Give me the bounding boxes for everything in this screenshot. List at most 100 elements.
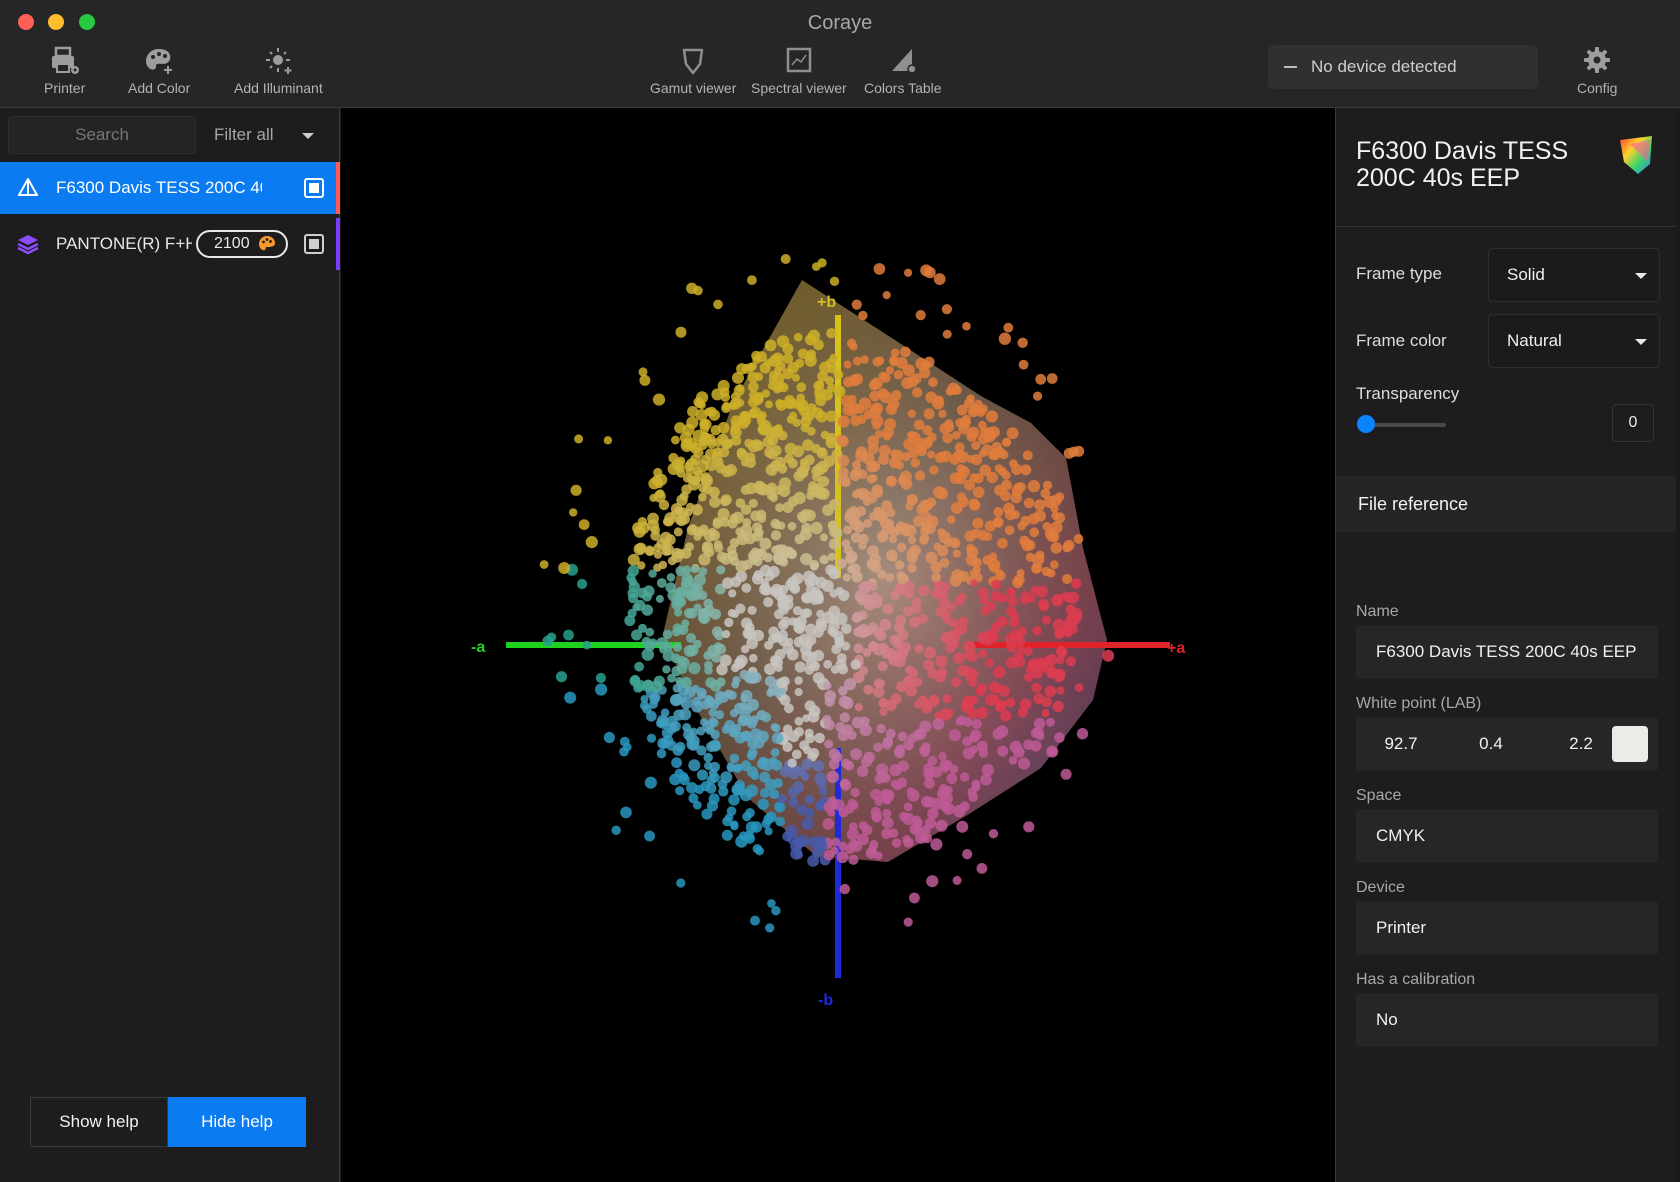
color-patch-point	[1064, 616, 1077, 628]
color-patch-point	[969, 695, 979, 705]
color-patch-point	[808, 651, 817, 660]
color-patch-point	[794, 765, 804, 775]
color-patch-point	[829, 276, 840, 286]
config-button[interactable]: Config	[1577, 46, 1617, 96]
filter-dropdown[interactable]: Filter all	[204, 116, 330, 154]
color-patch-point	[748, 550, 760, 562]
color-patch-point	[826, 770, 839, 784]
color-patch-point	[962, 849, 973, 860]
color-patch-point	[563, 629, 574, 641]
color-patch-point	[680, 676, 692, 689]
color-patch-point	[882, 291, 891, 300]
color-patch-point	[689, 727, 698, 737]
color-patch-point	[901, 452, 911, 462]
spectral-chart-icon	[786, 47, 812, 73]
color-patch-point	[885, 475, 897, 487]
printer-button[interactable]: Printer	[44, 46, 85, 96]
frame-color-select[interactable]: Natural	[1488, 314, 1660, 368]
add-illuminant-label: Add Illuminant	[234, 80, 323, 96]
color-patch-point	[686, 738, 699, 751]
color-patch-point	[909, 544, 921, 557]
color-patch-point	[817, 371, 828, 382]
color-patch-point	[976, 707, 989, 719]
color-patch-point	[891, 838, 902, 848]
color-patch-point	[1003, 502, 1015, 515]
chevron-down-icon	[1635, 339, 1647, 345]
color-patch-point	[940, 450, 952, 463]
transparency-input[interactable]: 0	[1612, 404, 1654, 442]
colors-table-button[interactable]: Colors Table	[864, 46, 942, 96]
color-patch-point	[680, 548, 692, 559]
frame-type-select[interactable]: Solid	[1488, 248, 1660, 302]
color-patch-point	[812, 760, 825, 772]
color-patch-point	[1041, 709, 1050, 718]
color-patch-point	[927, 450, 936, 459]
color-patch-point	[742, 559, 753, 570]
search-input[interactable]	[8, 116, 196, 154]
color-patch-point	[963, 717, 973, 727]
color-patch-point	[1032, 626, 1042, 636]
color-patch-point	[672, 628, 681, 637]
color-patch-point	[722, 439, 733, 450]
color-patch-point	[829, 525, 841, 538]
color-patch-point	[645, 627, 655, 637]
color-patch-point	[757, 514, 767, 523]
color-patch-point	[676, 468, 686, 478]
color-patch-point	[819, 787, 828, 796]
color-patch-point	[787, 786, 799, 798]
color-patch-point	[744, 673, 754, 683]
color-patch-point	[905, 684, 917, 697]
color-patch-point	[1020, 591, 1031, 602]
color-patch-point	[976, 740, 988, 752]
color-patch-point	[585, 536, 598, 549]
color-patch-point	[985, 693, 998, 706]
window-title: Coraye	[807, 12, 873, 34]
color-patch-point	[843, 360, 852, 369]
visibility-checkbox[interactable]	[304, 234, 324, 254]
color-patch-point	[805, 623, 817, 636]
color-patch-point	[804, 807, 815, 819]
color-patch-point	[799, 528, 812, 541]
color-patch-point	[780, 254, 791, 264]
add-color-button[interactable]: Add Color	[128, 46, 190, 96]
color-patch-point	[984, 520, 996, 532]
color-patch-point	[962, 747, 975, 760]
color-patch-point	[760, 582, 770, 592]
color-patch-point	[871, 811, 881, 822]
color-patch-point	[650, 691, 661, 703]
gamut-viewer[interactable]: +b -b -a +a	[341, 108, 1335, 1182]
color-patch-point	[819, 555, 829, 565]
show-help-button[interactable]: Show help	[30, 1097, 168, 1147]
visibility-checkbox[interactable]	[304, 178, 324, 198]
list-item[interactable]: F6300 Davis TESS 200C 40s EEP	[0, 162, 340, 214]
gamut-3d-canvas[interactable]: +b -b -a +a	[341, 108, 1335, 1182]
color-patch-point	[713, 299, 723, 310]
color-patch-point	[903, 917, 913, 927]
color-patch-point	[1027, 480, 1041, 493]
color-patch-point	[992, 666, 1006, 679]
color-patch-point	[847, 730, 857, 740]
color-patch-point	[844, 804, 855, 814]
transparency-slider-thumb[interactable]	[1357, 415, 1375, 433]
color-patch-point	[1050, 542, 1063, 554]
color-patch-point	[807, 710, 820, 723]
device-status[interactable]: No device detected	[1268, 45, 1538, 89]
list-item[interactable]: PANTONE(R) F+H 2100	[0, 218, 340, 270]
color-patch-point	[934, 671, 946, 683]
color-patch-point	[966, 394, 975, 404]
hide-help-button[interactable]: Hide help	[168, 1097, 306, 1147]
color-patch-point	[908, 668, 919, 678]
color-patch-point	[757, 798, 769, 810]
color-patch-point	[737, 417, 750, 430]
color-patch-point	[867, 545, 879, 557]
transparency-slider-track[interactable]	[1366, 423, 1446, 427]
color-patch-point	[705, 677, 717, 688]
add-illuminant-button[interactable]: Add Illuminant	[234, 46, 323, 96]
color-patch-point	[885, 573, 895, 582]
spectral-viewer-button[interactable]: Spectral viewer	[751, 46, 847, 96]
color-patch-point	[736, 449, 748, 461]
color-patch-point	[798, 467, 809, 478]
color-patch-point	[903, 739, 914, 751]
color-patch-point	[924, 266, 936, 279]
gamut-viewer-button[interactable]: Gamut viewer	[650, 46, 736, 96]
